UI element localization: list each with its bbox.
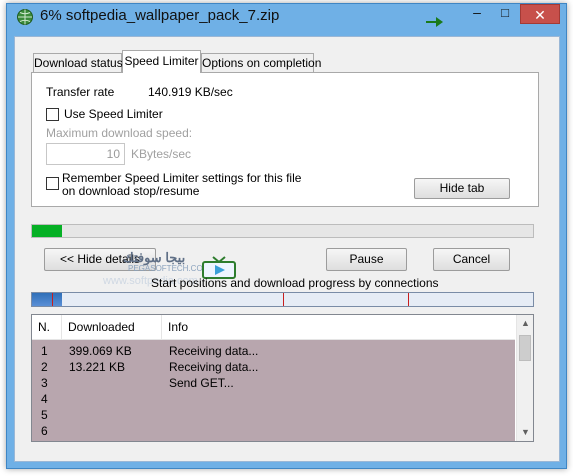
row-info: Send GET... xyxy=(169,376,234,390)
scroll-down-icon[interactable]: ▼ xyxy=(517,424,533,441)
close-button[interactable]: ✕ xyxy=(520,4,560,24)
table-row[interactable]: 4 xyxy=(32,391,515,407)
row-downloaded: 13.221 KB xyxy=(69,360,126,374)
window-title: 6% softpedia_wallpaper_pack_7.zip xyxy=(40,7,280,24)
use-speed-limiter-label: Use Speed Limiter xyxy=(64,107,163,121)
arrow-right-icon[interactable] xyxy=(425,16,445,28)
download-progress-bar xyxy=(31,224,534,238)
table-row[interactable]: 6 xyxy=(32,423,515,439)
row-number: 1 xyxy=(41,344,48,358)
tab-download-status[interactable]: Download status xyxy=(33,53,123,72)
connections-progress-label: Start positions and download progress by… xyxy=(151,276,439,290)
watermark-latin-text: PEGASOFTECH.COM xyxy=(128,264,210,273)
row-number: 6 xyxy=(41,424,48,438)
hide-tab-button[interactable]: Hide tab xyxy=(414,178,510,199)
connection-start-marker xyxy=(52,293,53,306)
row-number: 4 xyxy=(41,392,48,406)
row-number: 2 xyxy=(41,360,48,374)
minimize-button[interactable]: – xyxy=(464,4,490,24)
remember-settings-label-line2: on download stop/resume xyxy=(62,184,200,198)
connections-list[interactable]: N. Downloaded Info 1 399.069 KB Receivin… xyxy=(31,314,534,442)
connection-start-marker xyxy=(408,293,409,306)
table-row[interactable]: 2 13.221 KB Receiving data... xyxy=(32,359,515,375)
tab-options-on-completion[interactable]: Options on completion xyxy=(201,53,321,72)
use-speed-limiter-checkbox[interactable] xyxy=(46,108,59,121)
tab-speed-limiter[interactable]: Speed Limiter xyxy=(122,50,201,73)
row-downloaded: 399.069 KB xyxy=(69,344,132,358)
download-progress-fill xyxy=(32,225,62,237)
column-header-downloaded[interactable]: Downloaded xyxy=(62,315,162,340)
table-row[interactable]: 5 xyxy=(32,407,515,423)
connection-segment xyxy=(32,293,62,306)
row-info: Receiving data... xyxy=(169,344,259,358)
maximize-button[interactable]: □ xyxy=(492,4,518,24)
table-row[interactable]: 1 399.069 KB Receiving data... xyxy=(32,343,515,359)
row-number: 3 xyxy=(41,376,48,390)
remember-settings-label-line1: Remember Speed Limiter settings for this… xyxy=(62,171,302,185)
list-body: 1 399.069 KB Receiving data... 2 13.221 … xyxy=(32,340,515,441)
transfer-rate-label: Transfer rate xyxy=(46,85,115,99)
cancel-button[interactable]: Cancel xyxy=(433,248,510,271)
max-download-speed-unit: KBytes/sec xyxy=(131,147,192,161)
app-globe-icon xyxy=(17,9,33,25)
transfer-rate-value: 140.919 KB/sec xyxy=(148,85,233,99)
connection-start-marker xyxy=(283,293,284,306)
list-scrollbar[interactable]: ▲ ▼ xyxy=(516,315,533,441)
connections-progress-bar xyxy=(31,292,534,307)
scroll-up-icon[interactable]: ▲ xyxy=(517,315,533,332)
row-info: Receiving data... xyxy=(169,360,259,374)
pause-button[interactable]: Pause xyxy=(326,248,407,271)
max-download-speed-input[interactable]: 10 xyxy=(46,143,125,165)
scroll-thumb[interactable] xyxy=(519,335,531,361)
row-number: 5 xyxy=(41,408,48,422)
table-row[interactable]: 3 Send GET... xyxy=(32,375,515,391)
column-header-n[interactable]: N. xyxy=(32,315,62,340)
remember-settings-checkbox[interactable] xyxy=(46,177,59,190)
column-header-info[interactable]: Info xyxy=(162,315,515,340)
max-download-speed-label: Maximum download speed: xyxy=(46,126,193,140)
list-header: N. Downloaded Info xyxy=(32,315,515,340)
